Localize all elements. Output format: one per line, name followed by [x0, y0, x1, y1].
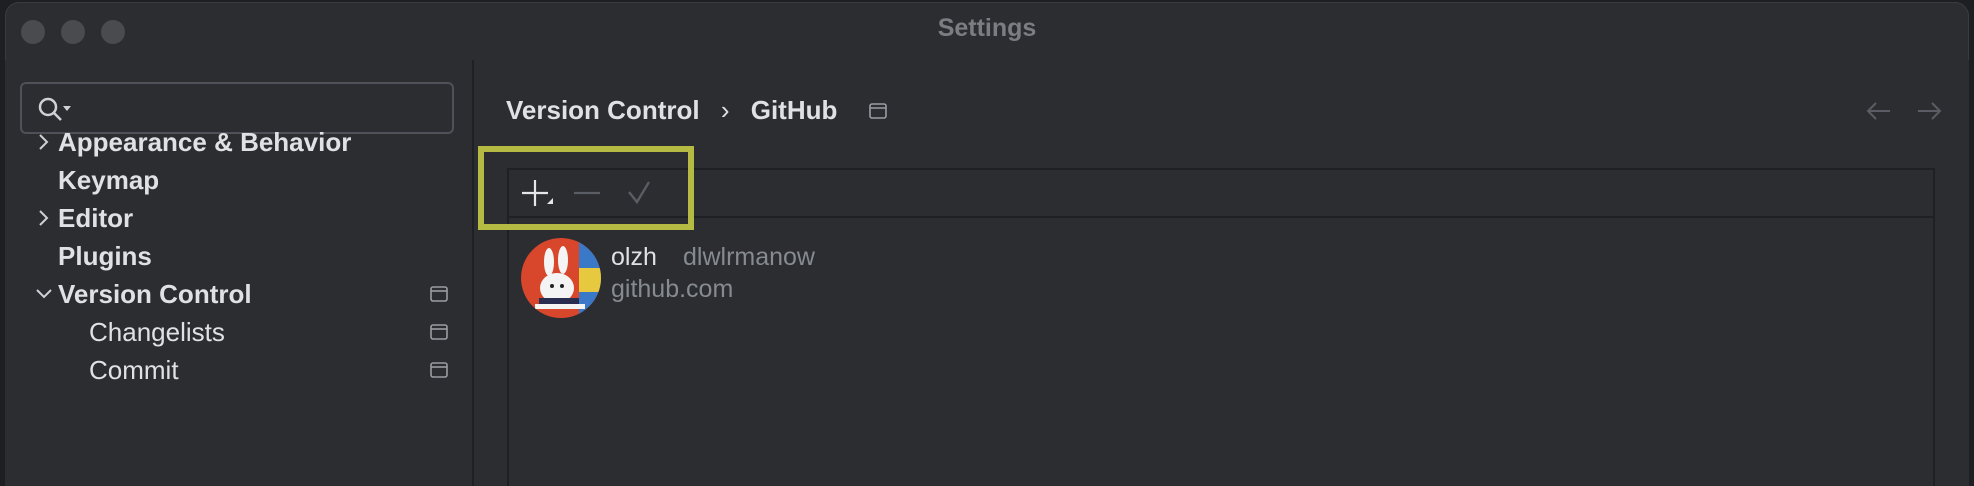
settings-content: Version Control › GitHub olzh dlwlrmanow…	[474, 60, 1969, 486]
breadcrumb-separator: ›	[720, 95, 730, 125]
github-accounts-panel: olzh dlwlrmanow github.com	[507, 168, 1935, 486]
account-name: olzh	[611, 243, 657, 271]
project-level-icon	[868, 103, 887, 119]
settings-window: Settings Appearance & Behavior Keymap Ed…	[5, 2, 1969, 486]
project-level-icon	[430, 362, 448, 378]
project-level-icon	[430, 324, 448, 340]
avatar	[521, 238, 601, 318]
github-account-row[interactable]: olzh dlwlrmanow github.com	[521, 238, 1221, 322]
settings-sidebar: Appearance & Behavior Keymap Editor Plug…	[5, 60, 472, 486]
toolbar-highlight-box	[478, 146, 694, 230]
forward-arrow-icon[interactable]	[1914, 96, 1944, 126]
breadcrumb-parent[interactable]: Version Control	[506, 90, 700, 130]
accounts-toolbar	[509, 170, 1933, 218]
title-bar: Settings	[5, 2, 1969, 58]
breadcrumb-current: GitHub	[750, 95, 838, 125]
back-arrow-icon[interactable]	[1864, 96, 1894, 126]
breadcrumb: Version Control › GitHub	[506, 90, 887, 130]
project-level-icon	[430, 286, 448, 302]
sidebar-item-label: Commit	[89, 355, 179, 385]
sidebar-item-commit[interactable]: Commit	[5, 348, 472, 392]
account-login: dlwlrmanow	[683, 243, 815, 271]
window-title: Settings	[937, 14, 1037, 42]
account-server: github.com	[611, 275, 734, 303]
